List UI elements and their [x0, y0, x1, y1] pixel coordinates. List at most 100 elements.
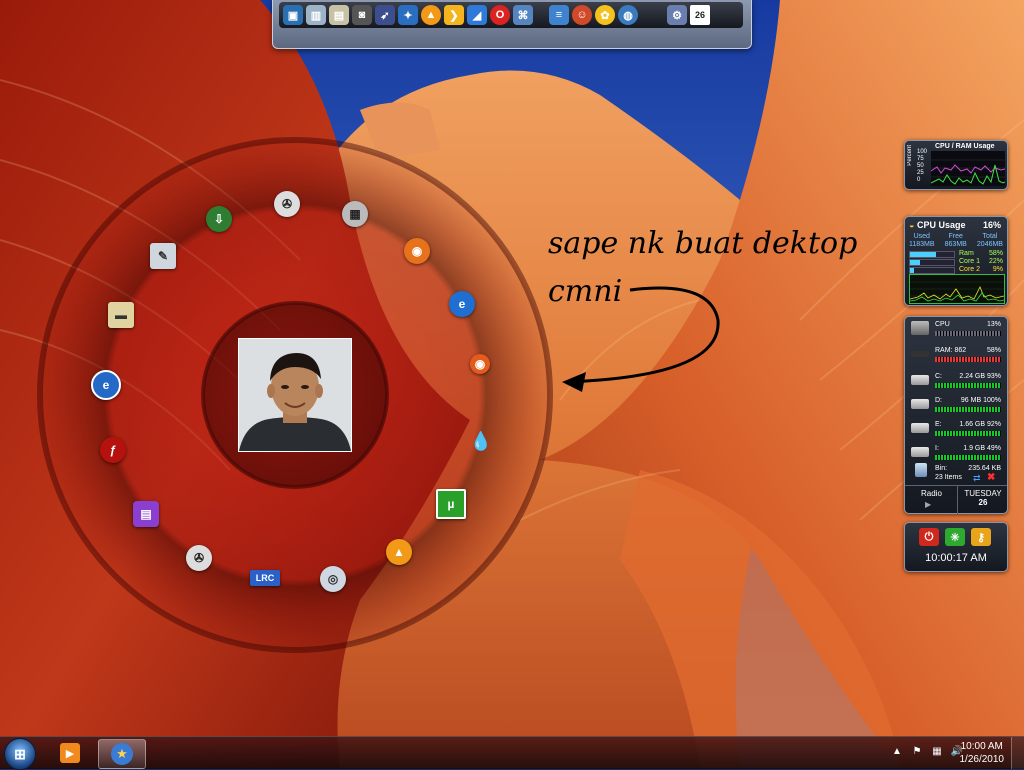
row-label: I: — [935, 445, 939, 452]
hard-drive-icon — [911, 423, 929, 433]
monitor-row-ram: RAM: 862 58% — [909, 345, 1003, 369]
digital-clock: 10:00:17 AM — [925, 552, 987, 564]
notepad-ring-icon[interactable]: ✎ — [150, 243, 176, 269]
desktop-icon[interactable]: ▣ — [283, 5, 303, 25]
firefox-small-icon[interactable]: ◉ — [470, 354, 490, 374]
col-label: Used — [913, 233, 930, 240]
ram-stick-icon — [911, 351, 929, 357]
monitor-row-recycle-bin[interactable]: Bin: 235.64 KB 23 Items ⇄ ✖ — [909, 463, 1003, 485]
monitor-row-drive-d[interactable]: D: 96 MB 100% — [909, 395, 1003, 419]
camera-icon[interactable]: ◙ — [352, 5, 372, 25]
cpu-usage-percent: 16% — [982, 220, 1001, 230]
row-label: E: — [935, 421, 942, 428]
aimp-ring-icon[interactable]: ▲ — [386, 539, 412, 565]
app-icon[interactable]: ◢ — [467, 5, 487, 25]
memory-col-free: Free 863MB — [945, 233, 967, 249]
lock-button[interactable]: ⚷ — [971, 528, 991, 546]
lrc-icon[interactable]: LRC — [250, 570, 280, 586]
day-display: TUESDAY 26 — [957, 486, 1008, 514]
y-tick: 25 — [917, 170, 924, 176]
col-value: 2046MB — [976, 241, 1003, 248]
row-label: Core 2 — [959, 266, 981, 273]
ie-icon[interactable]: e — [449, 291, 475, 317]
notepad-icon[interactable]: ≡ — [549, 5, 569, 25]
usage-bar-fill — [910, 252, 936, 257]
start-button[interactable]: ⊞ — [4, 738, 36, 770]
clock-time: 10:00 AM — [960, 741, 1003, 752]
recycle-bin-icon — [915, 463, 927, 477]
taskbar: ⊞ ▶ ★ ▲ ⚑ ▦ 🔊 10:00 AM 1/26/2010 — [0, 736, 1024, 770]
usage-row-core2: Core 2 9% — [909, 266, 1003, 274]
refresh-icon[interactable]: ⇄ — [973, 473, 981, 484]
winamp-icon[interactable]: ✦ — [398, 5, 418, 25]
play-icon[interactable]: ▶ — [925, 500, 931, 509]
bin-size: 235.64 KB — [968, 465, 1001, 472]
cpu-history-graph — [909, 274, 1005, 304]
rocket-icon[interactable]: ➶ — [375, 5, 395, 25]
film-reel-icon[interactable]: ✇ — [274, 191, 300, 217]
aimp-icon[interactable]: ▲ — [421, 5, 441, 25]
messenger-icon[interactable]: ✿ — [595, 5, 615, 25]
recycle-bin-icon[interactable]: ▥ — [306, 5, 326, 25]
level-bar — [935, 431, 1001, 436]
usage-line-chart — [931, 151, 1005, 186]
row-value: 1.66 GB 92% — [959, 421, 1001, 428]
cpu-ram-usage-gadget[interactable]: CPU / RAM Usage Percent 100 75 50 25 0 — [904, 140, 1008, 190]
cpu-usage-title: ◒ CPU Usage — [909, 220, 965, 230]
taskbar-active-app[interactable]: ★ — [98, 739, 146, 769]
restart-button[interactable]: ✳ — [945, 528, 965, 546]
level-bar — [935, 331, 1001, 336]
shutdown-button[interactable]: ⏻ — [919, 528, 939, 546]
row-value: 58% — [988, 250, 1003, 257]
logo-icon[interactable]: ❯ — [444, 5, 464, 25]
calendar-icon[interactable]: 26 — [690, 5, 710, 25]
memory-columns: Used 1183MB Free 863MB Total 2046MB — [909, 233, 1003, 249]
level-bar — [935, 455, 1001, 460]
media-player-icon: ▶ — [60, 743, 80, 763]
film-reel-icon[interactable]: ✇ — [186, 545, 212, 571]
monitor-row-drive-c[interactable]: C: 2.24 GB 93% — [909, 371, 1003, 395]
top-dock: ▣ ▥ ▤ ◙ ➶ ✦ ▲ ❯ ◢ O ⌘ ≡ ☺ ✿ ◍ ⚙ 26 — [272, 0, 752, 49]
flash-icon[interactable]: ƒ — [100, 437, 126, 463]
system-monitor-gadget[interactable]: CPU 13% RAM: 862 58% C: 2.24 GB 93% D: 9… — [904, 316, 1008, 514]
y-tick: 75 — [917, 156, 924, 162]
tray-expand-icon[interactable]: ▲ — [890, 744, 904, 758]
level-bar — [935, 407, 1001, 412]
firefox-icon[interactable]: ◉ — [404, 238, 430, 264]
gauge-icon: ◒ — [909, 220, 915, 230]
opera-icon[interactable]: O — [490, 5, 510, 25]
cd-icon[interactable]: ◎ — [320, 566, 346, 592]
show-desktop-button[interactable] — [1011, 737, 1024, 769]
cpu-usage-gadget[interactable]: ◒ CPU Usage 16% Used 1183MB Free 863MB T… — [904, 216, 1008, 306]
network-icon[interactable]: ⌘ — [513, 5, 533, 25]
monitor-row-drive-e[interactable]: E: 1.66 GB 92% — [909, 419, 1003, 443]
day-number: 26 — [978, 498, 988, 507]
monitor-row-cpu: CPU 13% — [909, 319, 1003, 343]
row-label: CPU — [935, 321, 950, 328]
row-value: 96 MB 100% — [960, 397, 1001, 404]
smiley-icon[interactable]: ☺ — [572, 5, 592, 25]
action-center-flag-icon[interactable]: ⚑ — [910, 744, 924, 758]
gear-icon[interactable]: ⚙ — [667, 5, 687, 25]
col-value: 863MB — [944, 241, 967, 248]
winrar-icon[interactable]: ▤ — [133, 501, 159, 527]
level-bar — [935, 383, 1001, 388]
film-icon[interactable]: ▦ — [342, 201, 368, 227]
scanner-icon[interactable]: ▬ — [108, 302, 134, 328]
taskbar-media-player[interactable]: ▶ — [54, 739, 86, 767]
water-drop-icon[interactable]: 💧 — [468, 428, 494, 454]
taskbar-clock[interactable]: 10:00 AM 1/26/2010 — [960, 740, 1005, 766]
note-line-1: sape nk buat dektop — [548, 226, 858, 261]
empty-bin-icon[interactable]: ✖ — [987, 472, 995, 483]
chip-icon — [911, 321, 929, 335]
utorrent-icon[interactable]: µ — [436, 489, 466, 519]
system-tray: ▲ ⚑ ▦ 🔊 — [890, 744, 964, 758]
idm-icon[interactable]: ⇩ — [206, 206, 232, 232]
network-icon[interactable]: ▦ — [930, 744, 944, 758]
ie-blue-icon[interactable]: e — [91, 370, 121, 400]
bin-items: 23 Items — [935, 474, 962, 481]
globe-icon[interactable]: ◍ — [618, 5, 638, 25]
row-value: 9% — [992, 266, 1003, 273]
folder-icon[interactable]: ▤ — [329, 5, 349, 25]
row-label: Core 1 — [959, 258, 981, 265]
